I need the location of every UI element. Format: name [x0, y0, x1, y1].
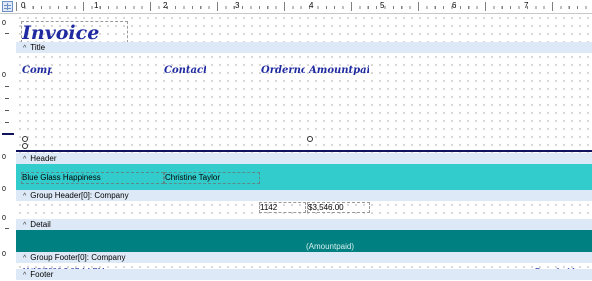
- vruler-number: 0: [2, 215, 6, 222]
- column-header-amountpaid[interactable]: Amountpaid: [308, 64, 370, 76]
- group-header-band[interactable]: Blue Glass Happiness Christine Taylor: [16, 164, 592, 190]
- resize-handle-icon[interactable]: [22, 143, 28, 149]
- vruler-tick: [5, 33, 9, 34]
- vruler-tick: [5, 110, 9, 111]
- vruler-number: 0: [2, 186, 6, 193]
- group-header-label[interactable]: ^ Group Header[0]: Company: [16, 190, 592, 201]
- ruler-number: 2: [163, 1, 168, 10]
- resize-handle-icon[interactable]: [22, 136, 28, 142]
- ruler-number: 6: [452, 1, 457, 10]
- detail-band-label[interactable]: ^ Detail: [16, 219, 592, 230]
- detail-band[interactable]: 1142 $3,546.00: [16, 201, 592, 219]
- caret-up-icon: ^: [23, 45, 27, 52]
- group-footer-band[interactable]: (Amountpaid): [16, 230, 592, 252]
- amountpaid-field[interactable]: $3,546.00: [307, 202, 370, 213]
- caret-up-icon: ^: [23, 193, 27, 200]
- column-header-company[interactable]: Company: [21, 64, 53, 76]
- ruler-number: 3: [235, 1, 240, 10]
- column-header-contact[interactable]: Contact: [163, 64, 207, 76]
- contact-field[interactable]: Christine Taylor: [164, 172, 260, 184]
- title-band-label[interactable]: ^ Title: [16, 42, 592, 53]
- vruler-number: 0: [2, 72, 6, 79]
- horizontal-ruler: 0 1 2 3 4 5 6 7: [0, 0, 592, 14]
- vruler-tick: [5, 98, 9, 99]
- vruler-tick: [5, 86, 9, 87]
- vertical-ruler: 0 0 0 0 0 0: [0, 14, 16, 279]
- resize-handle-icon[interactable]: [307, 136, 313, 142]
- column-header-orderno[interactable]: Orderno: [260, 64, 306, 76]
- caret-up-icon: ^: [23, 272, 27, 279]
- header-band[interactable]: Company Contact Orderno Amountpaid: [16, 53, 592, 153]
- company-field[interactable]: Blue Glass Happiness: [21, 172, 164, 184]
- ruler-number: 7: [524, 1, 529, 10]
- caret-up-icon: ^: [23, 156, 27, 163]
- vruler-number: 0: [2, 251, 6, 258]
- ruler-number: 4: [309, 1, 314, 10]
- title-field[interactable]: Invoice: [21, 21, 128, 43]
- title-band[interactable]: Invoice: [16, 14, 592, 43]
- ruler-number: 5: [380, 1, 385, 10]
- header-line-marker: [2, 133, 14, 135]
- caret-up-icon: ^: [23, 222, 27, 229]
- amountpaid-summary-field[interactable]: (Amountpaid): [299, 242, 361, 252]
- vruler-tick: [5, 122, 9, 123]
- ruler-number: 0: [21, 1, 26, 10]
- footer-band-label[interactable]: ^ Footer: [16, 269, 592, 280]
- vruler-tick: [5, 228, 9, 229]
- ruler-ticks: [16, 0, 592, 13]
- orderno-field[interactable]: 1142: [259, 202, 306, 213]
- report-designer-canvas[interactable]: Invoice ^Title Company Contact Orderno A…: [16, 14, 592, 280]
- vruler-number: 0: [2, 20, 6, 27]
- ruler-number: 1: [94, 1, 99, 10]
- vruler-number: 0: [2, 154, 6, 161]
- group-footer-label[interactable]: ^ Group Footer[0]: Company: [16, 252, 592, 263]
- ruler-toggle-icon[interactable]: [2, 1, 13, 12]
- caret-up-icon: ^: [23, 255, 27, 262]
- header-line[interactable]: [16, 150, 592, 152]
- header-band-label[interactable]: ^ Header: [16, 153, 592, 164]
